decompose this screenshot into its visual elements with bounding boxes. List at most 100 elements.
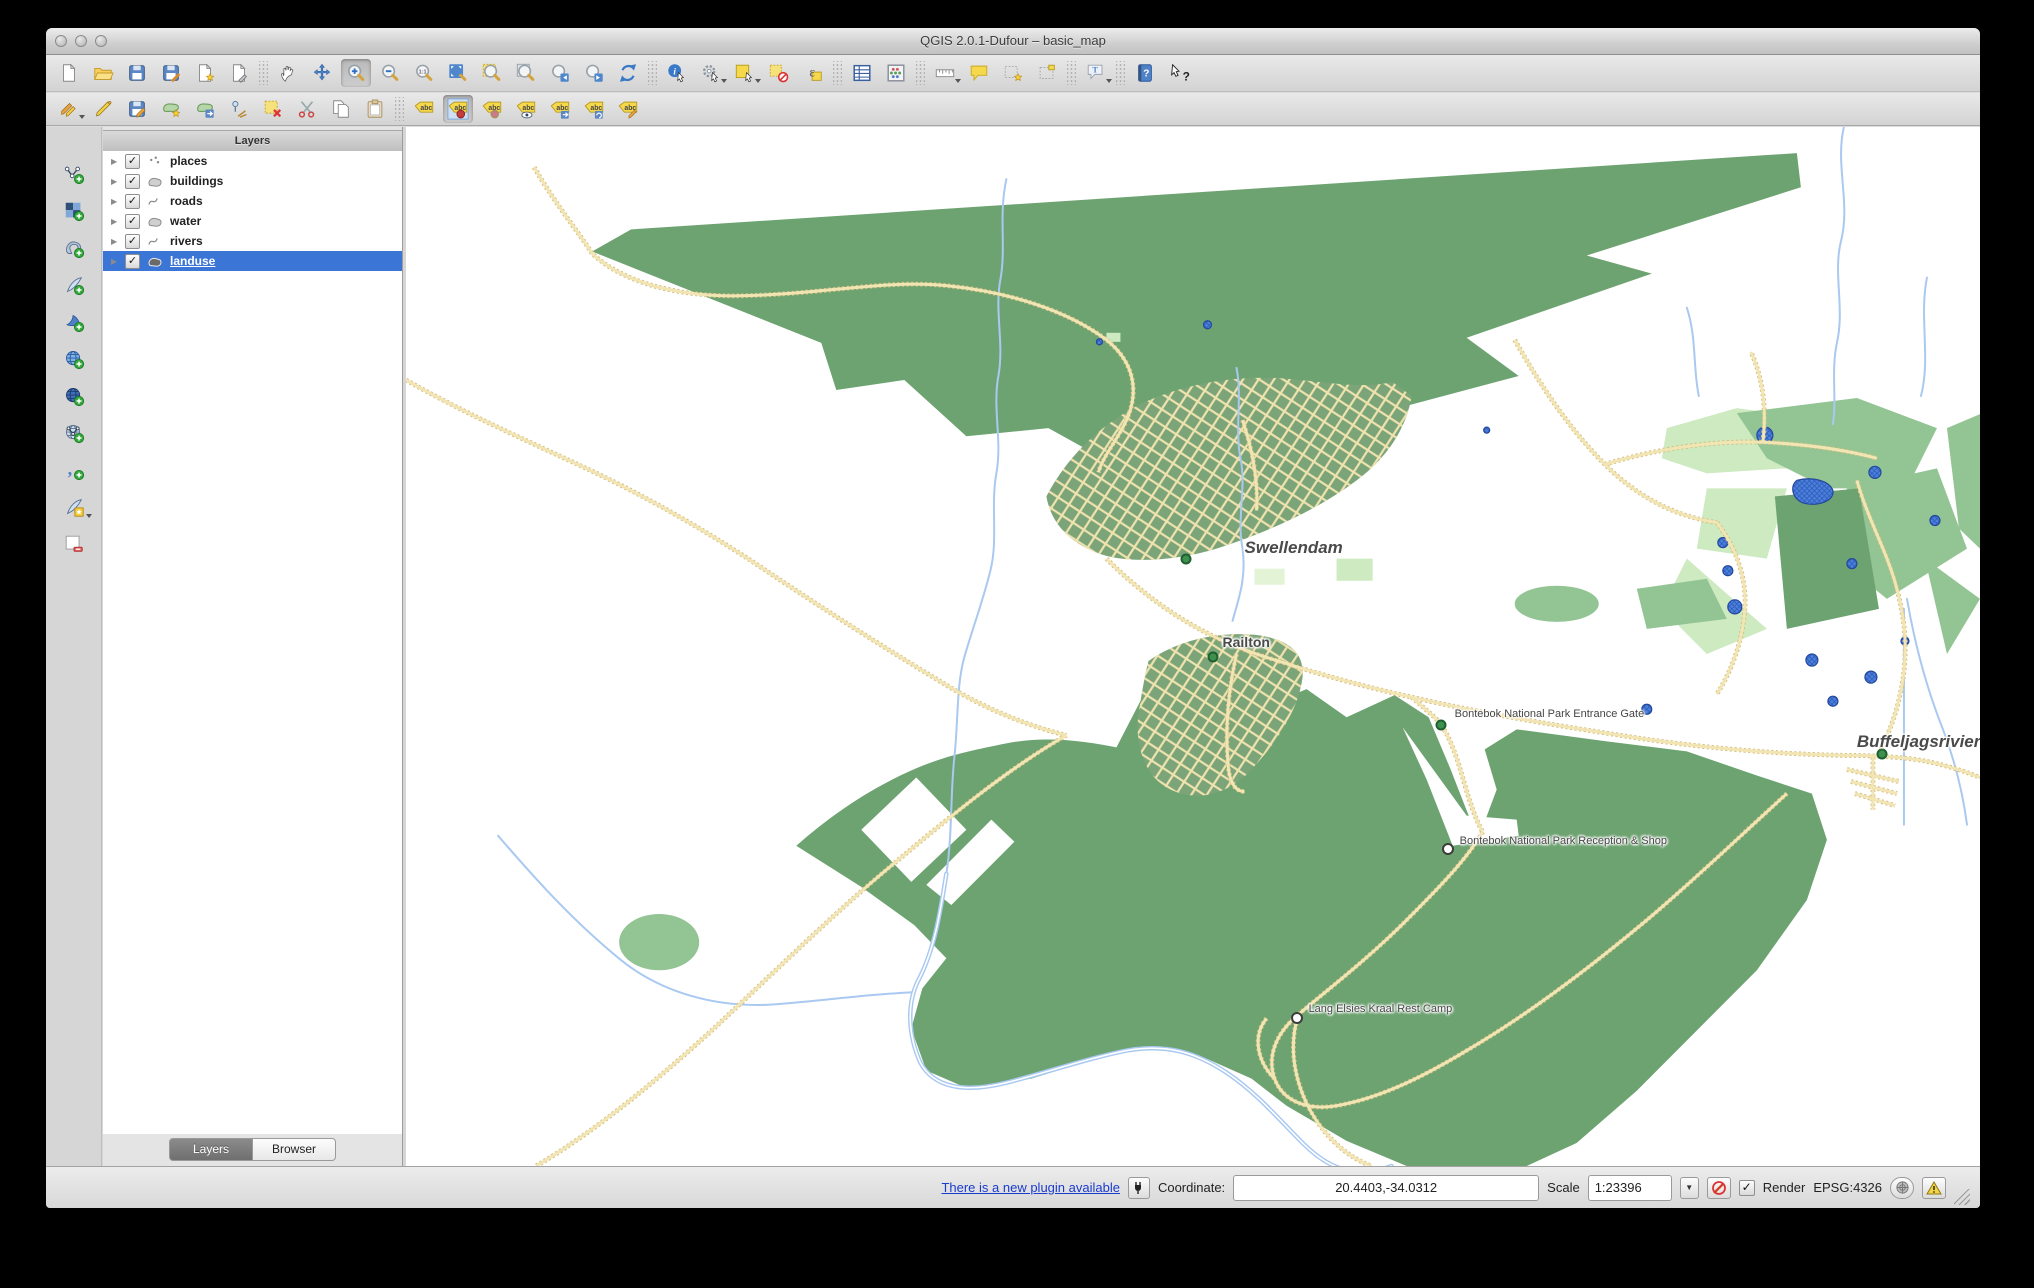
scale-input[interactable]: [1588, 1175, 1672, 1201]
add-spatialite-layer-icon[interactable]: [57, 270, 91, 300]
expand-arrow-icon[interactable]: ▶: [111, 237, 119, 246]
zoom-native-icon[interactable]: 1:1: [409, 59, 439, 87]
save-layer-edits-icon[interactable]: [122, 95, 152, 123]
zoom-to-layer-icon[interactable]: [511, 59, 541, 87]
copy-features-icon[interactable]: [326, 95, 356, 123]
add-wcs-layer-icon[interactable]: [57, 381, 91, 411]
tab-layers[interactable]: Layers: [169, 1138, 253, 1161]
zoom-out-icon[interactable]: [375, 59, 405, 87]
stop-render-icon[interactable]: [1707, 1177, 1731, 1199]
map-tips-icon[interactable]: [964, 59, 994, 87]
layer-type-icon: [146, 194, 164, 208]
identify-features-icon[interactable]: i: [662, 59, 692, 87]
pan-map-icon[interactable]: [273, 59, 303, 87]
layer-visibility-checkbox[interactable]: ✓: [125, 154, 140, 169]
field-calculator-icon[interactable]: [881, 59, 911, 87]
run-feature-action-icon[interactable]: [696, 59, 726, 87]
deselect-features-icon[interactable]: [764, 59, 794, 87]
edit-label-toolbar: abcabcabcabcabcabcabc: [46, 93, 1980, 126]
add-vector-layer-icon[interactable]: [57, 159, 91, 189]
layer-row-water[interactable]: ▶✓water: [103, 211, 402, 231]
layer-type-icon: [146, 234, 164, 248]
layer-visibility-checkbox[interactable]: ✓: [125, 254, 140, 269]
expand-arrow-icon[interactable]: ▶: [111, 257, 119, 266]
rotate-label-icon[interactable]: abc: [579, 95, 609, 123]
change-label-icon[interactable]: abc: [613, 95, 643, 123]
svg-text:?: ?: [1183, 69, 1190, 83]
new-composer-icon[interactable]: [190, 59, 220, 87]
add-feature-icon[interactable]: [156, 95, 186, 123]
composer-manager-icon[interactable]: [224, 59, 254, 87]
layer-row-rivers[interactable]: ▶✓rivers: [103, 231, 402, 251]
measure-icon[interactable]: [930, 59, 960, 87]
layer-row-buildings[interactable]: ▶✓buildings: [103, 171, 402, 191]
coordinate-input[interactable]: [1233, 1175, 1539, 1201]
new-bookmark-icon[interactable]: [998, 59, 1028, 87]
layer-type-icon: [146, 174, 164, 188]
add-raster-layer-icon[interactable]: [57, 196, 91, 226]
move-feature-icon[interactable]: [190, 95, 220, 123]
pan-to-selection-icon[interactable]: [307, 59, 337, 87]
cut-features-icon[interactable]: [292, 95, 322, 123]
layer-row-roads[interactable]: ▶✓roads: [103, 191, 402, 211]
layer-visibility-checkbox[interactable]: ✓: [125, 174, 140, 189]
render-label: Render: [1763, 1180, 1806, 1195]
expand-arrow-icon[interactable]: ▶: [111, 217, 119, 226]
select-by-expression-icon[interactable]: ε: [798, 59, 828, 87]
layer-row-landuse[interactable]: ▶✓landuse: [103, 251, 402, 271]
scale-dropdown-button[interactable]: ▼: [1680, 1177, 1699, 1199]
node-tool-icon[interactable]: [224, 95, 254, 123]
remove-layer-icon[interactable]: [57, 529, 91, 559]
svg-text:abc: abc: [522, 105, 534, 112]
add-mssql-layer-icon[interactable]: [57, 307, 91, 337]
zoom-full-icon[interactable]: [443, 59, 473, 87]
current-edits-icon[interactable]: [54, 95, 84, 123]
show-bookmarks-icon[interactable]: [1032, 59, 1062, 87]
move-label-icon[interactable]: abc: [545, 95, 575, 123]
new-spatialite-layer-icon[interactable]: [57, 492, 91, 522]
help-contents-icon[interactable]: ?: [1130, 59, 1160, 87]
title-bar[interactable]: QGIS 2.0.1-Dufour – basic_map: [46, 28, 1980, 55]
zoom-next-icon[interactable]: [579, 59, 609, 87]
add-wms-layer-icon[interactable]: [57, 344, 91, 374]
add-wfs-layer-icon[interactable]: [57, 418, 91, 448]
layer-visibility-checkbox[interactable]: ✓: [125, 214, 140, 229]
select-features-icon[interactable]: [730, 59, 760, 87]
new-project-icon[interactable]: [54, 59, 84, 87]
open-project-icon[interactable]: [88, 59, 118, 87]
expand-arrow-icon[interactable]: ▶: [111, 177, 119, 186]
plugin-available-link[interactable]: There is a new plugin available: [941, 1180, 1120, 1195]
place-marker-icon: [1291, 1012, 1303, 1024]
save-project-icon[interactable]: [122, 59, 152, 87]
resize-grip[interactable]: [1954, 1189, 1970, 1205]
whats-this-icon[interactable]: ?: [1164, 59, 1194, 87]
highlight-pinned-labels-icon[interactable]: abc: [477, 95, 507, 123]
text-annotation-icon[interactable]: T: [1081, 59, 1111, 87]
save-project-as-icon[interactable]: [156, 59, 186, 87]
refresh-icon[interactable]: [613, 59, 643, 87]
tab-browser[interactable]: Browser: [253, 1138, 336, 1161]
expand-arrow-icon[interactable]: ▶: [111, 197, 119, 206]
layer-visibility-checkbox[interactable]: ✓: [125, 194, 140, 209]
zoom-last-icon[interactable]: [545, 59, 575, 87]
layer-row-places[interactable]: ▶✓places: [103, 151, 402, 171]
add-delimited-text-layer-icon[interactable]: ,: [57, 455, 91, 485]
plugin-icon[interactable]: [1128, 1177, 1150, 1199]
zoom-in-icon[interactable]: [341, 59, 371, 87]
toggle-editing-icon[interactable]: [88, 95, 118, 123]
show-hide-labels-icon[interactable]: abc: [511, 95, 541, 123]
delete-selected-icon[interactable]: [258, 95, 288, 123]
svg-text:T: T: [1092, 66, 1098, 75]
crs-status-icon[interactable]: [1890, 1177, 1914, 1199]
attribute-table-icon[interactable]: [847, 59, 877, 87]
labeling-options-icon[interactable]: abc: [409, 95, 439, 123]
add-postgis-layer-icon[interactable]: [57, 233, 91, 263]
zoom-to-selection-icon[interactable]: [477, 59, 507, 87]
layer-visibility-checkbox[interactable]: ✓: [125, 234, 140, 249]
render-checkbox[interactable]: ✓: [1739, 1180, 1755, 1196]
expand-arrow-icon[interactable]: ▶: [111, 157, 119, 166]
pin-labels-icon[interactable]: abc: [443, 95, 473, 123]
paste-features-icon[interactable]: [360, 95, 390, 123]
map-canvas[interactable]: SwellendamRailtonBontebok National Park …: [406, 127, 1980, 1166]
messages-warning-icon[interactable]: [1922, 1177, 1946, 1199]
